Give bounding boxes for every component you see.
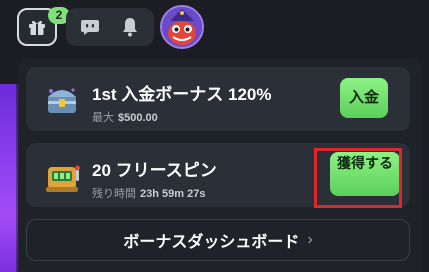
claim-highlight-frame bbox=[314, 148, 402, 208]
notifications-button[interactable] bbox=[110, 17, 150, 37]
free-spins-timer: 残り時間 23h 59m 27s bbox=[92, 185, 205, 201]
top-bar: 2 bbox=[0, 0, 429, 52]
max-value: $500.00 bbox=[118, 112, 158, 124]
dragon-avatar-icon bbox=[162, 7, 202, 47]
chat-notification-group bbox=[66, 8, 154, 46]
background-game-strip bbox=[0, 84, 20, 272]
chevron-right-icon: › bbox=[307, 231, 313, 248]
time-remaining-label: 残り時間 bbox=[92, 188, 136, 200]
max-label: 最大 bbox=[92, 112, 114, 124]
free-spins-title: 20 フリースピン bbox=[92, 161, 217, 180]
gift-icon bbox=[29, 20, 45, 35]
user-avatar[interactable] bbox=[160, 5, 204, 49]
bell-icon bbox=[123, 18, 137, 37]
deposit-bonus-max: 最大 $500.00 bbox=[92, 109, 158, 125]
time-remaining-value: 23h 59m 27s bbox=[140, 188, 206, 200]
chat-icon bbox=[81, 20, 99, 35]
bonus-dashboard-button[interactable]: ボーナスダッシュボード › bbox=[26, 219, 410, 261]
treasure-chest-icon bbox=[48, 88, 76, 113]
slot-machine-icon bbox=[46, 165, 80, 192]
bonus-dashboard-label: ボーナスダッシュボード bbox=[123, 234, 300, 251]
chat-button[interactable] bbox=[70, 18, 110, 36]
deposit-button[interactable]: 入金 bbox=[340, 78, 388, 118]
deposit-bonus-title: 1st 入金ボーナス 120% bbox=[92, 85, 272, 104]
